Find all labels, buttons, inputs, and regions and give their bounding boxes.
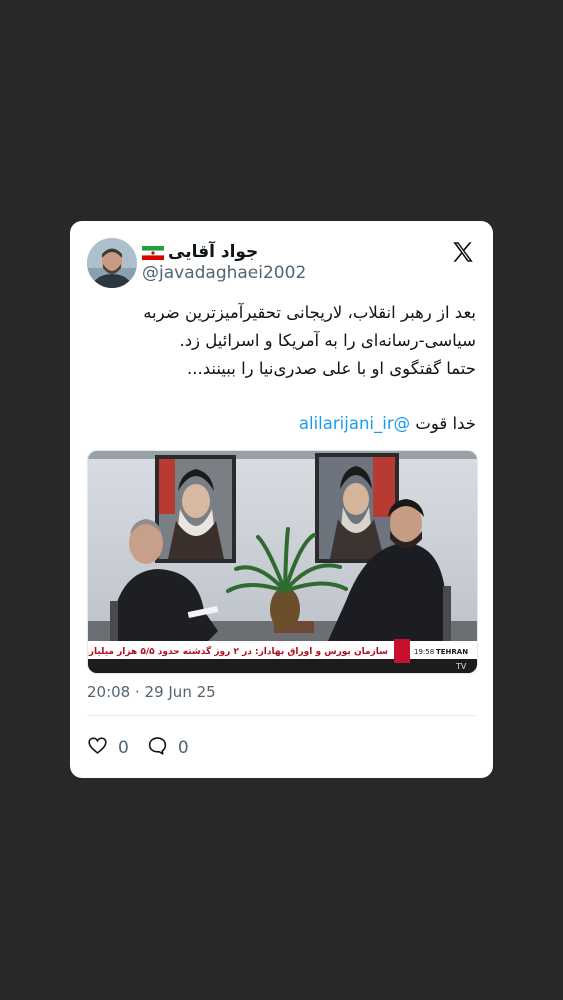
closing-text: خدا قوت [415, 414, 476, 433]
video-still[interactable]: سازمان بورس و اوراق بهادار: در ۲ روز گذش… [87, 450, 478, 674]
tweet-line: بعد از رهبر انقلاب، لاریجانی تحقیرآمیزتر… [143, 303, 476, 322]
tweet-line: حتما گفتگوی او با علی صدری‌نیا را ببینند… [186, 359, 476, 378]
channel-mark: TV [455, 662, 467, 671]
closing-line: خدا قوت @alilarijani_ir [299, 414, 476, 433]
display-name[interactable]: جواد آقایی [168, 242, 258, 262]
reply-count: 0 [177, 738, 189, 758]
comment-icon [147, 735, 168, 761]
ticker-time: 19:58 [414, 648, 434, 656]
iran-flag-icon [142, 245, 164, 260]
like-count: 0 [118, 738, 129, 758]
divider [87, 715, 476, 716]
like-button[interactable]: 0 [87, 735, 129, 761]
tweet-text: بعد از رهبر انقلاب، لاریجانی تحقیرآمیزتر… [86, 299, 476, 383]
tweet-line: سیاسی-رسانه‌ای را به آمریکا و اسرائیل زد… [179, 331, 476, 350]
action-bar: 0 0 [87, 735, 189, 761]
ticker-text: سازمان بورس و اوراق بهادار: در ۲ روز گذش… [88, 645, 388, 657]
heart-icon [87, 735, 108, 761]
x-logo-icon[interactable] [450, 239, 476, 265]
avatar[interactable] [87, 238, 137, 288]
ticker-city: TEHRAN [436, 648, 468, 656]
reply-button[interactable]: 0 [147, 735, 189, 761]
mention-link[interactable]: @alilarijani_ir [299, 414, 410, 433]
author-name-row: جواد آقایی [142, 239, 258, 265]
tweet-card[interactable]: جواد آقایی @javadaghaei2002 بعد از رهبر … [70, 221, 493, 778]
tweet-timestamp[interactable]: 20:08 · 29 Jun 25 [87, 683, 216, 701]
user-handle[interactable]: @javadaghaei2002 [142, 263, 306, 283]
